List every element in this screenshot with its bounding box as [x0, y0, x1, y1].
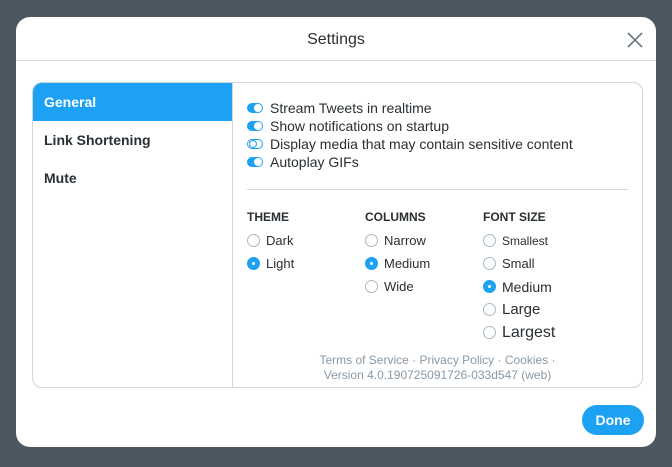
- radio-font-large[interactable]: Large: [483, 298, 601, 321]
- radio-columns-medium[interactable]: Medium: [365, 252, 483, 275]
- toggle-switch-icon[interactable]: [247, 103, 263, 113]
- radio-icon[interactable]: [483, 280, 496, 293]
- radio-label: Smallest: [502, 233, 549, 248]
- settings-sidebar: General Link Shortening Mute: [33, 83, 233, 387]
- toggle-label: Show notifications on startup: [270, 118, 449, 134]
- sidebar-item-link-shortening[interactable]: Link Shortening: [33, 121, 232, 159]
- font-size-group: FONT SIZE Smallest Small Medium Large La…: [483, 210, 601, 344]
- radio-icon[interactable]: [365, 234, 378, 247]
- toggle-switch-icon[interactable]: [247, 157, 263, 167]
- toggle-label: Stream Tweets in realtime: [270, 100, 432, 116]
- close-icon[interactable]: [624, 29, 646, 51]
- radio-icon[interactable]: [247, 257, 260, 270]
- radio-columns-narrow[interactable]: Narrow: [365, 229, 483, 252]
- theme-heading: THEME: [247, 210, 289, 224]
- modal-title: Settings: [16, 17, 656, 61]
- radio-font-medium[interactable]: Medium: [483, 275, 601, 298]
- separator: ·: [548, 353, 556, 367]
- radio-label: Wide: [384, 279, 414, 294]
- radio-icon[interactable]: [483, 257, 496, 270]
- toggle-stream-tweets[interactable]: Stream Tweets in realtime: [247, 99, 628, 117]
- separator: ·: [408, 353, 420, 367]
- toggle-sensitive-media[interactable]: Display media that may contain sensitive…: [247, 135, 628, 153]
- radio-theme-dark[interactable]: Dark: [247, 229, 365, 252]
- sidebar-item-mute[interactable]: Mute: [33, 159, 232, 197]
- radio-font-smallest[interactable]: Smallest: [483, 229, 601, 252]
- radio-label: Narrow: [384, 233, 426, 248]
- sidebar-item-general[interactable]: General: [33, 83, 232, 121]
- radio-icon[interactable]: [483, 326, 496, 339]
- settings-panel: General Link Shortening Mute Stream Twee…: [32, 82, 643, 388]
- radio-label: Medium: [502, 278, 552, 295]
- radio-label: Light: [266, 256, 295, 271]
- font-size-heading: FONT SIZE: [483, 210, 546, 224]
- columns-heading: COLUMNS: [365, 210, 426, 224]
- radio-icon[interactable]: [247, 234, 260, 247]
- toggle-switch-icon[interactable]: [247, 121, 263, 131]
- radio-label: Medium: [384, 256, 431, 271]
- toggle-switch-icon[interactable]: [247, 139, 263, 149]
- divider: [247, 189, 628, 190]
- radio-label: Large: [502, 301, 541, 318]
- toggle-label: Autoplay GIFs: [270, 154, 359, 170]
- general-settings: Stream Tweets in realtime Show notificat…: [233, 83, 642, 387]
- radio-font-small[interactable]: Small: [483, 252, 601, 275]
- cookies-link[interactable]: Cookies: [505, 353, 548, 367]
- radio-font-largest[interactable]: Largest: [483, 321, 601, 344]
- privacy-link[interactable]: Privacy Policy: [419, 353, 494, 367]
- toggle-autoplay-gifs[interactable]: Autoplay GIFs: [247, 153, 628, 171]
- done-button[interactable]: Done: [582, 405, 644, 435]
- footer: Terms of Service · Privacy Policy · Cook…: [233, 353, 642, 383]
- radio-icon[interactable]: [483, 234, 496, 247]
- terms-link[interactable]: Terms of Service: [319, 353, 408, 367]
- theme-group: THEME Dark Light: [247, 210, 365, 344]
- radio-theme-light[interactable]: Light: [247, 252, 365, 275]
- radio-label: Dark: [266, 233, 294, 248]
- toggle-notifications[interactable]: Show notifications on startup: [247, 117, 628, 135]
- radio-label: Largest: [502, 323, 556, 341]
- settings-modal: Settings General Link Shortening Mute St…: [16, 17, 656, 447]
- separator: ·: [494, 353, 505, 367]
- toggle-label: Display media that may contain sensitive…: [270, 136, 573, 152]
- radio-icon[interactable]: [483, 303, 496, 316]
- radio-icon[interactable]: [365, 257, 378, 270]
- radio-label: Small: [502, 256, 535, 271]
- columns-group: COLUMNS Narrow Medium Wide: [365, 210, 483, 344]
- version-text: Version 4.0.190725091726-033d547 (web): [323, 368, 552, 382]
- radio-columns-wide[interactable]: Wide: [365, 275, 483, 298]
- radio-icon[interactable]: [365, 280, 378, 293]
